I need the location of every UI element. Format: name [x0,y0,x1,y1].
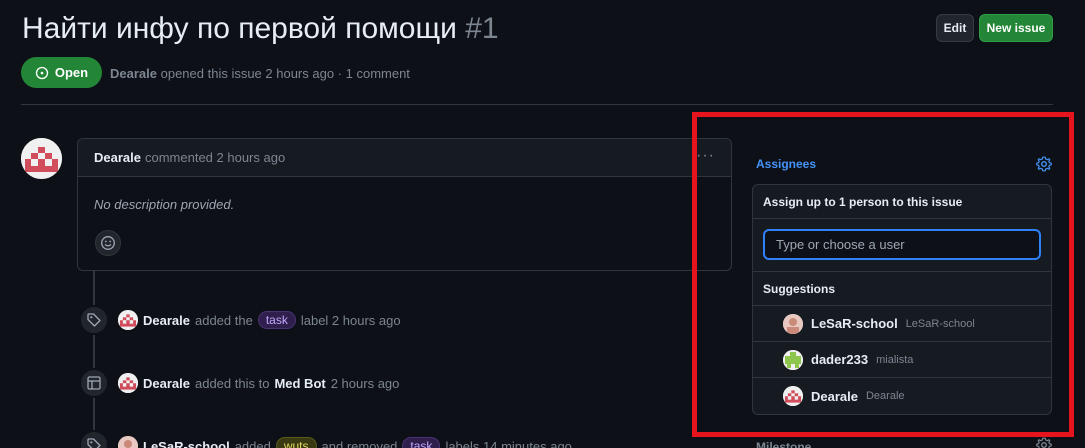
header-divider [21,104,1053,105]
user-avatar-icon [783,313,803,334]
suggestion-name: mialista [876,353,914,366]
avatar[interactable] [118,436,138,448]
dropdown-search-wrap [753,219,1051,272]
avatar[interactable] [21,138,62,179]
comment-author[interactable]: Dearale [94,150,141,165]
timeline-project-badge [79,368,109,398]
timeline-text: label 2 hours ago [300,312,401,328]
add-reaction-button[interactable] [95,230,121,256]
assignees-dropdown: Assign up to 1 person to this issue Sugg… [752,184,1052,415]
avatar[interactable] [118,373,138,393]
comment-body: No description provided. [94,197,235,212]
suggestion-login: LeSaR-school [811,316,898,331]
gear-icon [1036,156,1052,172]
user-search-input[interactable] [763,229,1041,260]
issue-meta-text: opened this issue 2 hours ago · 1 commen… [160,66,410,81]
timeline-text: added the [194,312,253,328]
timeline-actor[interactable]: Dearale [143,313,190,328]
identicon-dearale-icon [118,310,138,330]
label-badge[interactable]: task [402,437,441,448]
comment-header: Dearale commented 2 hours ago ··· [78,139,731,177]
timeline-text: 2 hours ago [330,375,400,391]
issue-title-text: Найти инфу по первой помощи [22,12,457,45]
project-icon [87,376,101,390]
timeline-event-project-added: Dearale added this to Med Bot 2 hours ag… [118,373,399,393]
tag-icon [87,438,101,448]
assignees-heading[interactable]: Assignees [756,157,816,171]
avatar [783,386,803,406]
identicon-dearale-icon [21,138,62,179]
timeline-line [93,271,95,448]
timeline-tag-badge [79,305,109,335]
suggestion-name: LeSaR-school [905,317,975,330]
timeline-text: added this to [194,375,270,391]
issue-meta: Dearale opened this issue 2 hours ago · … [110,66,410,81]
suggestions-heading: Suggestions [753,272,1051,306]
label-badge[interactable]: wuts [275,437,317,448]
issue-author-link[interactable]: Dearale [110,66,157,81]
timeline-text: added [234,438,271,448]
timeline-text: and removed [321,438,398,448]
status-badge: Open [21,57,102,88]
status-label: Open [54,65,89,80]
suggestion-login: Dearale [811,388,858,404]
suggestion-item-dearale[interactable]: Dearale Dearale [753,378,1051,414]
issue-opened-icon [35,66,49,79]
avatar[interactable] [118,310,138,330]
project-link[interactable]: Med Bot [274,376,325,391]
smiley-icon [101,236,115,250]
timeline-event-labels-changed: LeSaR-school added wuts and removed task… [118,436,572,448]
timeline-text: labels 14 minutes ago [445,438,572,448]
comment-time[interactable]: commented 2 hours ago [145,150,285,165]
identicon-dearale-icon [118,373,138,393]
new-issue-button[interactable]: New issue [979,14,1053,42]
milestone-settings-button[interactable] [1036,437,1052,448]
suggestion-item-lesar-school[interactable]: LeSaR-school LeSaR-school [753,306,1051,342]
issue-number: #1 [465,12,499,45]
timeline-actor[interactable]: LeSaR-school [143,439,230,448]
avatar [783,349,803,370]
label-badge[interactable]: task [257,311,296,329]
timeline-tag-badge [79,430,109,448]
timeline-actor[interactable]: Dearale [143,376,190,391]
comment-menu-button[interactable]: ··· [696,147,715,165]
timeline-event-label-added: Dearale added the task label 2 hours ago [118,310,401,330]
suggestion-item-dader233[interactable]: dader233 mialista [753,342,1051,378]
comment-box: Dearale commented 2 hours ago ··· No des… [77,138,732,271]
gear-icon [1036,437,1052,448]
user-avatar-icon [783,349,803,370]
issue-title: Найти инфу по первой помощи #1 [22,12,499,46]
dropdown-header: Assign up to 1 person to this issue [753,185,1051,219]
suggestion-name: Dearale [865,390,905,402]
assignees-settings-button[interactable] [1036,156,1052,177]
suggestion-login: dader233 [811,352,869,367]
edit-button[interactable]: Edit [936,14,974,42]
milestone-heading[interactable]: Milestone [756,440,811,448]
identicon-lesar-icon [118,436,138,448]
identicon-dearale-icon [783,386,803,406]
tag-icon [87,313,101,327]
avatar [783,313,803,334]
